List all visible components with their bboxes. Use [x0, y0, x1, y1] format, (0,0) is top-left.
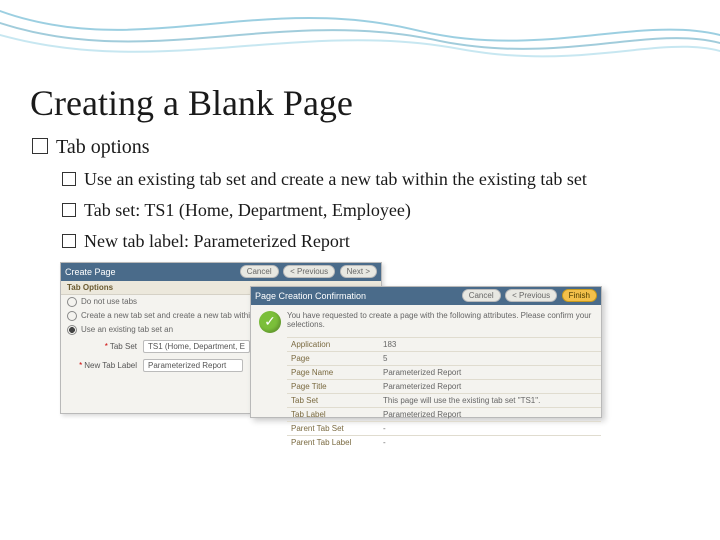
success-check-icon: ✓	[259, 311, 281, 333]
cancel-button[interactable]: Cancel	[462, 289, 501, 302]
row-label: Parent Tab Label	[287, 435, 379, 449]
dialog-title: Page Creation Confirmation	[255, 291, 366, 301]
row-value: Parameterized Report	[379, 365, 601, 379]
row-value: 5	[379, 351, 601, 365]
radio-label: Do not use tabs	[81, 297, 137, 306]
radio-icon	[67, 297, 77, 307]
confirmation-table: Application183 Page5 Page NameParameteri…	[287, 337, 601, 449]
row-value: 183	[379, 337, 601, 351]
bullet-box-icon	[62, 203, 76, 217]
row-value: -	[379, 435, 601, 449]
row-value: This page will use the existing tab set …	[379, 393, 601, 407]
bullet-level2: Use an existing tab set and create a new…	[60, 168, 690, 191]
slide-body: Creating a Blank Page Tab options Use an…	[0, 0, 720, 447]
row-label: Tab Set	[287, 393, 379, 407]
cancel-button[interactable]: Cancel	[240, 265, 279, 278]
previous-button[interactable]: < Previous	[283, 265, 335, 278]
bullet-box-icon	[32, 138, 48, 154]
bullet-level1: Tab options	[30, 134, 690, 160]
radio-icon	[67, 311, 77, 321]
next-button[interactable]: Next >	[340, 265, 377, 278]
row-value: Parameterized Report	[379, 407, 601, 421]
row-label: Page Title	[287, 379, 379, 393]
row-label: Tab Label	[287, 407, 379, 421]
bullet-text: Tab set: TS1 (Home, Department, Employee…	[84, 199, 411, 222]
page-creation-confirmation-dialog: Page Creation Confirmation Cancel < Prev…	[250, 286, 602, 418]
bullet-text: Use an existing tab set and create a new…	[84, 168, 587, 191]
finish-button[interactable]: Finish	[562, 289, 597, 302]
new-tab-label-input[interactable]: Parameterized Report	[143, 359, 243, 372]
radio-icon	[67, 325, 77, 335]
bullet-level2: New tab label: Parameterized Report	[60, 230, 690, 253]
field-label: *Tab Set	[67, 342, 137, 351]
bullet-level2: Tab set: TS1 (Home, Department, Employee…	[60, 199, 690, 222]
dialog-title: Create Page	[65, 267, 116, 277]
row-value: Parameterized Report	[379, 379, 601, 393]
slide-title: Creating a Blank Page	[30, 84, 690, 124]
radio-label: Use an existing tab set an	[81, 325, 173, 334]
confirmation-message: You have requested to create a page with…	[287, 305, 601, 333]
row-label: Page	[287, 351, 379, 365]
row-value: -	[379, 421, 601, 435]
row-label: Parent Tab Set	[287, 421, 379, 435]
bullet-box-icon	[62, 234, 76, 248]
field-label: *New Tab Label	[67, 361, 137, 370]
row-label: Page Name	[287, 365, 379, 379]
bullet-text: New tab label: Parameterized Report	[84, 230, 350, 253]
bullet-text: Tab options	[56, 134, 150, 160]
tab-set-select[interactable]: TS1 (Home, Department, E	[143, 340, 250, 353]
previous-button[interactable]: < Previous	[505, 289, 557, 302]
bullet-box-icon	[62, 172, 76, 186]
row-label: Application	[287, 337, 379, 351]
